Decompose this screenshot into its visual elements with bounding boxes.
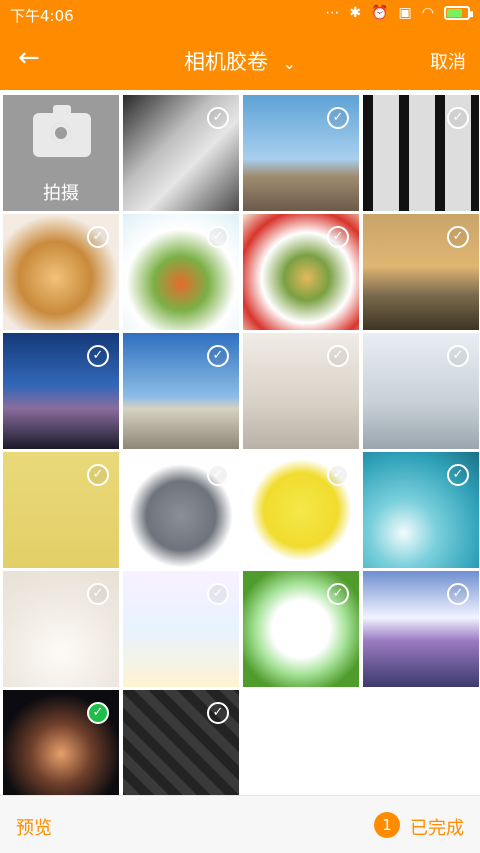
select-check-icon[interactable]: ✓ xyxy=(207,226,229,248)
select-check-icon[interactable]: ✓ xyxy=(327,107,349,129)
status-time: 下午4:06 xyxy=(10,7,74,25)
photo-grid: 拍摄 ✓ ✓ ✓ ✓ ✓ ✓ ✓ ✓ ✓ ✓ ✓ ✓ ✓ ✓ ✓ ✓ ✓ ✓ ✓ ✓ ✓ xyxy=(0,92,480,795)
battery-icon xyxy=(444,6,473,20)
select-check-icon[interactable]: ✓ xyxy=(87,583,109,605)
bluetooth-icon: ✱ xyxy=(349,5,362,21)
camera-icon xyxy=(33,105,91,157)
select-check-icon[interactable]: ✓ xyxy=(327,583,349,605)
select-check-icon[interactable]: ✓ xyxy=(447,226,469,248)
select-check-icon[interactable]: ✓ xyxy=(207,107,229,129)
preview-button[interactable]: 预览 xyxy=(16,814,52,840)
photo-tile-railing-shadows[interactable]: ✓ xyxy=(363,95,479,211)
status-icons: ⋯ ✱ ⏰ ▣ ◠ xyxy=(325,5,473,21)
photo-tile-mosque-arches[interactable]: ✓ xyxy=(123,333,239,449)
sim-icon: ▣ xyxy=(398,5,412,21)
photo-tile-blue-mosque[interactable]: ✓ xyxy=(3,333,119,449)
photo-tile-hands-fire[interactable]: ✓ xyxy=(3,690,119,795)
photo-tile-bridge-boat[interactable]: ✓ xyxy=(363,214,479,330)
photo-tile-pasta-salad[interactable]: ✓ xyxy=(123,214,239,330)
album-title-text: 相机胶卷 xyxy=(183,50,268,74)
photo-tile-corridor[interactable]: ✓ xyxy=(123,95,239,211)
photo-tile-dark-cubes[interactable]: ✓ xyxy=(123,690,239,795)
camera-label: 拍摄 xyxy=(43,183,79,204)
photo-tile-rhino-cartoon[interactable]: ✓ xyxy=(123,452,239,568)
photo-tile-building-corner[interactable]: ✓ xyxy=(243,95,359,211)
select-check-icon[interactable]: ✓ xyxy=(87,345,109,367)
photo-tile-dandelion[interactable]: ✓ xyxy=(363,452,479,568)
chevron-down-icon: ⌄ xyxy=(282,53,297,73)
app-bar: ← 相机胶卷 ⌄ 取消 xyxy=(0,28,480,90)
photo-tile-lounge-sofa[interactable]: ✓ xyxy=(363,333,479,449)
status-bar: 下午4:06 ⋯ ✱ ⏰ ▣ ◠ xyxy=(0,0,480,28)
select-check-icon[interactable]: ✓ xyxy=(207,345,229,367)
photo-tile-spaghetti-plate[interactable]: ✓ xyxy=(243,214,359,330)
select-check-icon[interactable]: ✓ xyxy=(87,702,109,724)
select-check-icon[interactable]: ✓ xyxy=(207,583,229,605)
select-check-icon[interactable]: ✓ xyxy=(207,702,229,724)
album-title[interactable]: 相机胶卷 ⌄ xyxy=(0,46,480,76)
photo-tile-yellow-cat[interactable]: ✓ xyxy=(243,452,359,568)
select-check-icon[interactable]: ✓ xyxy=(447,464,469,486)
cancel-button[interactable]: 取消 xyxy=(430,48,466,74)
photo-tile-yellow-note[interactable]: ✓ xyxy=(3,452,119,568)
select-check-icon[interactable]: ✓ xyxy=(87,226,109,248)
photo-tile-pasta-fork[interactable]: ✓ xyxy=(3,214,119,330)
photo-tile-english-study[interactable]: ✓ xyxy=(123,571,239,687)
select-check-icon[interactable]: ✓ xyxy=(327,464,349,486)
select-check-icon[interactable]: ✓ xyxy=(447,345,469,367)
photo-tile-green-frame[interactable]: ✓ xyxy=(243,571,359,687)
select-check-icon[interactable]: ✓ xyxy=(87,464,109,486)
bottom-bar: 预览 1 已完成 xyxy=(0,795,480,853)
photo-tile-bunny-cup[interactable]: ✓ xyxy=(3,571,119,687)
more-icon: ⋯ xyxy=(325,5,340,21)
select-check-icon[interactable]: ✓ xyxy=(327,226,349,248)
select-check-icon[interactable]: ✓ xyxy=(447,583,469,605)
select-check-icon[interactable]: ✓ xyxy=(327,345,349,367)
done-button[interactable]: 已完成 xyxy=(410,814,464,840)
photo-tile-white-living-room[interactable]: ✓ xyxy=(243,333,359,449)
selected-count-badge: 1 xyxy=(374,812,400,838)
alarm-off-icon: ⏰ xyxy=(371,5,389,21)
wifi-icon: ◠ xyxy=(421,5,434,21)
photo-tile-sky-clouds[interactable]: ✓ xyxy=(363,571,479,687)
select-check-icon[interactable]: ✓ xyxy=(207,464,229,486)
camera-tile[interactable]: 拍摄 xyxy=(3,95,119,211)
select-check-icon[interactable]: ✓ xyxy=(447,107,469,129)
